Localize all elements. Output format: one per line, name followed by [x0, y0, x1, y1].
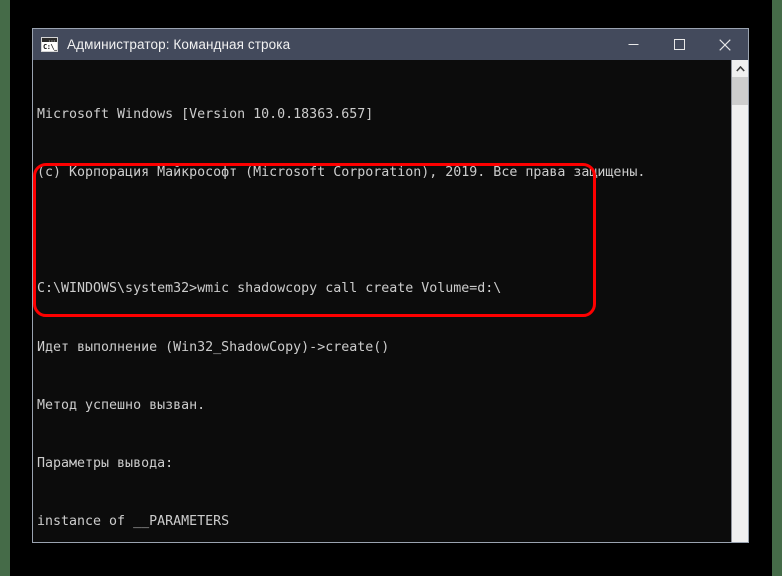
scrollbar-track[interactable] — [732, 105, 748, 542]
console-line: Microsoft Windows [Version 10.0.18363.65… — [37, 106, 374, 122]
window-title-bar[interactable]: ••• C:\_ Администратор: Командная строка — [33, 29, 748, 60]
console-line: Параметры вывода: — [37, 456, 174, 472]
console-scrollbar[interactable] — [731, 60, 748, 542]
chevron-up-icon[interactable] — [732, 60, 748, 77]
cmd-console-icon: ••• C:\_ — [41, 37, 58, 52]
window-title: Администратор: Командная строка — [67, 37, 291, 52]
console-body[interactable]: Microsoft Windows [Version 10.0.18363.65… — [33, 60, 748, 542]
maximize-button[interactable] — [656, 29, 702, 60]
page-edge-right — [772, 0, 782, 576]
console-line: (c) Корпорация Майкрософт (Microsoft Cor… — [37, 165, 646, 181]
console-line: Идет выполнение (Win32_ShadowCopy)->crea… — [37, 339, 390, 355]
console-line: Метод успешно вызван. — [37, 397, 206, 413]
window-controls[interactable] — [610, 29, 748, 60]
console-output[interactable]: Microsoft Windows [Version 10.0.18363.65… — [33, 60, 731, 542]
console-line-command: C:\WINDOWS\system32>wmic shadowcopy call… — [37, 281, 502, 297]
command-prompt-window[interactable]: ••• C:\_ Администратор: Командная строка — [32, 28, 749, 543]
minimize-button[interactable] — [610, 29, 656, 60]
cmd-console-icon-prompt: C:\_ — [43, 43, 58, 51]
scrollbar-thumb[interactable] — [732, 77, 748, 105]
close-button[interactable] — [702, 29, 748, 60]
console-line: instance of __PARAMETERS — [37, 514, 230, 530]
page-edge-left — [0, 0, 10, 576]
